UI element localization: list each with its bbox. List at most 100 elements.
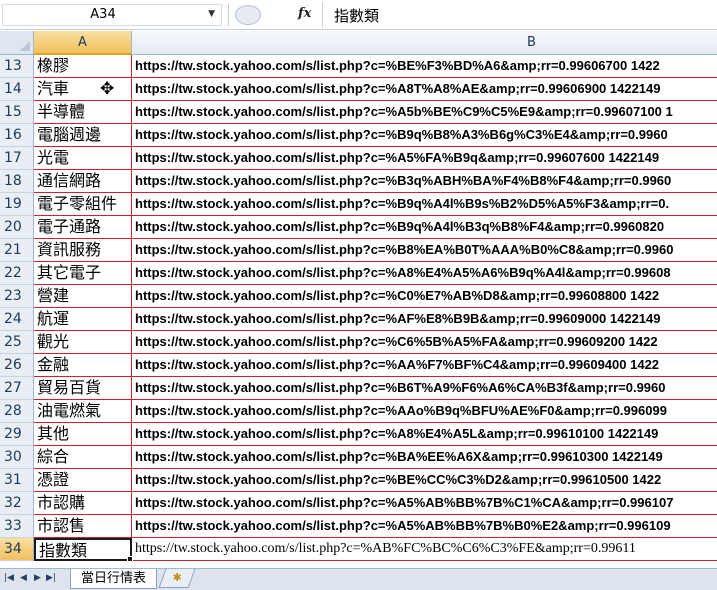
- row-header[interactable]: 25: [0, 331, 34, 354]
- cell-a[interactable]: 電子零組件: [34, 193, 132, 216]
- name-box[interactable]: A34 ▼: [2, 4, 222, 26]
- formula-bar-resize-handle[interactable]: [228, 4, 268, 26]
- row-header[interactable]: 17: [0, 147, 34, 170]
- column-header-b[interactable]: B: [132, 31, 717, 55]
- cell-b[interactable]: https://tw.stock.yahoo.com/s/list.php?c=…: [132, 492, 717, 515]
- cell-b[interactable]: https://tw.stock.yahoo.com/s/list.php?c=…: [132, 78, 717, 101]
- next-sheet-icon[interactable]: ▶: [34, 573, 41, 583]
- row-header[interactable]: 27: [0, 377, 34, 400]
- table-row: 25 觀光 https://tw.stock.yahoo.com/s/list.ph…: [0, 331, 717, 354]
- cell-a[interactable]: 油電燃氣: [34, 400, 132, 423]
- cell-a[interactable]: 電子通路: [34, 216, 132, 239]
- row-header[interactable]: 14: [0, 78, 34, 101]
- cell-a[interactable]: 市認購: [34, 492, 132, 515]
- table-row: 33 市認售 https://tw.stock.yahoo.com/s/list.p…: [0, 515, 717, 538]
- cell-a[interactable]: 橡膠: [34, 55, 132, 78]
- cell-b[interactable]: https://tw.stock.yahoo.com/s/list.php?c=…: [132, 515, 717, 538]
- cell-b[interactable]: https://tw.stock.yahoo.com/s/list.php?c=…: [132, 423, 717, 446]
- row-header[interactable]: 30: [0, 446, 34, 469]
- row-header[interactable]: 18: [0, 170, 34, 193]
- active-cell[interactable]: 指數類: [34, 538, 132, 561]
- row-header[interactable]: 24: [0, 308, 34, 331]
- cell-a[interactable]: 金融: [34, 354, 132, 377]
- cell-b[interactable]: https://tw.stock.yahoo.com/s/list.php?c=…: [132, 147, 717, 170]
- formula-input[interactable]: 指數類: [334, 5, 379, 26]
- cell-b[interactable]: https://tw.stock.yahoo.com/s/list.php?c=…: [132, 170, 717, 193]
- chevron-down-icon[interactable]: ▼: [208, 9, 215, 19]
- cell-a[interactable]: 光電: [34, 147, 132, 170]
- sheet-tab-bar: |◀ ◀ ▶ ▶| 當日行情表 ✱: [0, 568, 717, 590]
- column-header-a[interactable]: A: [34, 31, 132, 55]
- cell-a[interactable]: 其它電子: [34, 262, 132, 285]
- table-row: 19 電子零組件 https://tw.stock.yahoo.com/s/list…: [0, 193, 717, 216]
- table-row: 28 油電燃氣 https://tw.stock.yahoo.com/s/list.…: [0, 400, 717, 423]
- cell-b[interactable]: https://tw.stock.yahoo.com/s/list.php?c=…: [132, 400, 717, 423]
- table-row: 22 其它電子 https://tw.stock.yahoo.com/s/list.…: [0, 262, 717, 285]
- cell-a[interactable]: 資訊服務: [34, 239, 132, 262]
- table-row: 29 其他 https://tw.stock.yahoo.com/s/list.ph…: [0, 423, 717, 446]
- sheet-tab-active[interactable]: 當日行情表: [70, 569, 158, 589]
- cell-b[interactable]: https://tw.stock.yahoo.com/s/list.php?c=…: [132, 354, 717, 377]
- row-header[interactable]: 29: [0, 423, 34, 446]
- cell-a[interactable]: 其他: [34, 423, 132, 446]
- cell-a[interactable]: 電腦週邊: [34, 124, 132, 147]
- cell-b[interactable]: https://tw.stock.yahoo.com/s/list.php?c=…: [132, 101, 717, 124]
- cell-b[interactable]: https://tw.stock.yahoo.com/s/list.php?c=…: [132, 193, 717, 216]
- row-header[interactable]: 32: [0, 492, 34, 515]
- cell-a[interactable]: 營建: [34, 285, 132, 308]
- cell-b[interactable]: https://tw.stock.yahoo.com/s/list.php?c=…: [132, 469, 717, 492]
- table-row: 32 市認購 https://tw.stock.yahoo.com/s/list.p…: [0, 492, 717, 515]
- row-header[interactable]: 28: [0, 400, 34, 423]
- cell-a[interactable]: 汽車: [34, 78, 132, 101]
- cell-b[interactable]: https://tw.stock.yahoo.com/s/list.php?c=…: [132, 446, 717, 469]
- cell-b[interactable]: https://tw.stock.yahoo.com/s/list.php?c=…: [132, 538, 717, 561]
- first-sheet-icon[interactable]: |◀: [4, 573, 14, 583]
- row-header[interactable]: 13: [0, 55, 34, 78]
- cell-b[interactable]: https://tw.stock.yahoo.com/s/list.php?c=…: [132, 285, 717, 308]
- row-header[interactable]: 15: [0, 101, 34, 124]
- cell-a[interactable]: 市認售: [34, 515, 132, 538]
- row-header[interactable]: 19: [0, 193, 34, 216]
- last-sheet-icon[interactable]: ▶|: [46, 573, 56, 583]
- cell-b[interactable]: https://tw.stock.yahoo.com/s/list.php?c=…: [132, 331, 717, 354]
- cell-b[interactable]: https://tw.stock.yahoo.com/s/list.php?c=…: [132, 308, 717, 331]
- row-header[interactable]: 20: [0, 216, 34, 239]
- select-all-button[interactable]: [0, 31, 34, 55]
- cell-a[interactable]: 航運: [34, 308, 132, 331]
- fill-handle[interactable]: [127, 556, 133, 562]
- table-row: 18 通信網路 https://tw.stock.yahoo.com/s/list.…: [0, 170, 717, 193]
- mouse-cursor-icon: ✥: [100, 79, 115, 99]
- cell-a[interactable]: 半導體: [34, 101, 132, 124]
- cell-b[interactable]: https://tw.stock.yahoo.com/s/list.php?c=…: [132, 216, 717, 239]
- prev-sheet-icon[interactable]: ◀: [20, 573, 27, 583]
- table-row: 21 資訊服務 https://tw.stock.yahoo.com/s/list.…: [0, 239, 717, 262]
- table-row: 34 指數類 https://tw.stock.yahoo.com/s/list.p…: [0, 538, 717, 562]
- cell-a[interactable]: 綜合: [34, 446, 132, 469]
- cell-a[interactable]: 貿易百貨: [34, 377, 132, 400]
- insert-function-icon[interactable]: fx: [298, 6, 311, 21]
- table-row: 17 光電 https://tw.stock.yahoo.com/s/list.ph…: [0, 147, 717, 170]
- cell-b[interactable]: https://tw.stock.yahoo.com/s/list.php?c=…: [132, 262, 717, 285]
- row-header[interactable]: 21: [0, 239, 34, 262]
- row-header[interactable]: 22: [0, 262, 34, 285]
- insert-sheet-button[interactable]: ✱: [158, 569, 196, 588]
- table-row: 16 電腦週邊 https://tw.stock.yahoo.com/s/list.…: [0, 124, 717, 147]
- row-header[interactable]: 34: [0, 538, 34, 561]
- row-header[interactable]: 26: [0, 354, 34, 377]
- cell-b[interactable]: https://tw.stock.yahoo.com/s/list.php?c=…: [132, 239, 717, 262]
- table-row: 15 半導體 https://tw.stock.yahoo.com/s/list.p…: [0, 101, 717, 124]
- cell-b[interactable]: https://tw.stock.yahoo.com/s/list.php?c=…: [132, 124, 717, 147]
- row-header[interactable]: 33: [0, 515, 34, 538]
- cell-a[interactable]: 憑證: [34, 469, 132, 492]
- cell-a[interactable]: 觀光: [34, 331, 132, 354]
- cell-b[interactable]: https://tw.stock.yahoo.com/s/list.php?c=…: [132, 55, 717, 78]
- row-header[interactable]: 16: [0, 124, 34, 147]
- worksheet-grid: A B 13 橡膠 https://tw.stock.yahoo.com/s/lis…: [0, 31, 717, 568]
- cell-a[interactable]: 通信網路: [34, 170, 132, 193]
- cell-b[interactable]: https://tw.stock.yahoo.com/s/list.php?c=…: [132, 377, 717, 400]
- table-row: 26 金融 https://tw.stock.yahoo.com/s/list.ph…: [0, 354, 717, 377]
- table-row: 14 汽車 https://tw.stock.yahoo.com/s/list.ph…: [0, 78, 717, 101]
- insert-sheet-icon: ✱: [172, 571, 182, 584]
- row-header[interactable]: 31: [0, 469, 34, 492]
- row-header[interactable]: 23: [0, 285, 34, 308]
